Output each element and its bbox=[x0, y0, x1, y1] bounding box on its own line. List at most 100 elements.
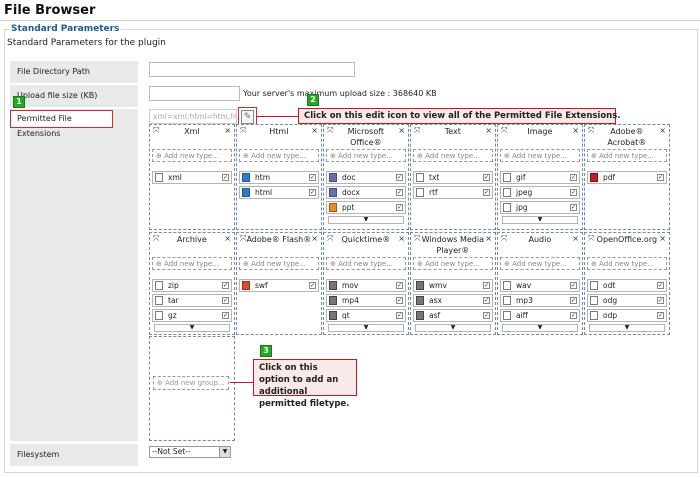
asf-file-icon bbox=[416, 311, 424, 320]
add-new-type-input[interactable]: ⊕ Add new type... bbox=[413, 257, 493, 270]
checkbox-icon[interactable]: ✓ bbox=[570, 174, 577, 181]
checkbox-icon[interactable]: ✓ bbox=[396, 312, 403, 319]
close-icon[interactable]: ⨯ bbox=[398, 126, 405, 135]
add-new-type-input[interactable]: ⊕ Add new type... bbox=[413, 149, 493, 162]
add-new-type-input[interactable]: ⊕ Add new type... bbox=[500, 257, 580, 270]
close-icon[interactable]: ⨯ bbox=[572, 234, 579, 243]
checkbox-icon[interactable]: ✓ bbox=[657, 312, 664, 319]
close-icon[interactable]: ⨯ bbox=[485, 126, 492, 135]
file-type-item[interactable]: gz ✓ bbox=[152, 309, 232, 322]
file-type-item[interactable]: txt ✓ bbox=[413, 171, 493, 184]
file-type-item[interactable]: wmv ✓ bbox=[413, 279, 493, 292]
file-type-item[interactable]: docx ✓ bbox=[326, 186, 406, 199]
checkbox-icon[interactable]: ✓ bbox=[657, 174, 664, 181]
expand-arrow-icon[interactable]: ▼ bbox=[415, 324, 491, 332]
file-type-item[interactable]: wav ✓ bbox=[500, 279, 580, 292]
close-icon[interactable]: ⨯ bbox=[659, 234, 666, 243]
checkbox-icon[interactable]: ✓ bbox=[309, 174, 316, 181]
file-type-item[interactable]: mov ✓ bbox=[326, 279, 406, 292]
checkbox-icon[interactable]: ✓ bbox=[309, 189, 316, 196]
add-new-type-input[interactable]: ⊕ Add new type... bbox=[500, 149, 580, 162]
expand-arrow-icon[interactable]: ▼ bbox=[589, 324, 665, 332]
plus-icon: ⊕ bbox=[417, 260, 426, 268]
file-type-item[interactable]: html ✓ bbox=[239, 186, 319, 199]
file-type-item[interactable]: mp4 ✓ bbox=[326, 294, 406, 307]
close-icon[interactable]: ⨯ bbox=[485, 234, 492, 243]
close-icon[interactable]: ⨯ bbox=[572, 126, 579, 135]
file-type-item[interactable]: tar ✓ bbox=[152, 294, 232, 307]
checkbox-icon[interactable]: ✓ bbox=[222, 297, 229, 304]
add-new-type-input[interactable]: ⊕ Add new type... bbox=[587, 149, 667, 162]
file-type-item[interactable]: htm ✓ bbox=[239, 171, 319, 184]
expand-arrow-icon[interactable]: ▼ bbox=[502, 324, 578, 332]
file-type-item[interactable]: doc ✓ bbox=[326, 171, 406, 184]
checkbox-icon[interactable]: ✓ bbox=[483, 297, 490, 304]
swf-file-icon bbox=[242, 281, 250, 290]
add-new-type-input[interactable]: ⊕ Add new type... bbox=[326, 257, 406, 270]
add-new-type-input[interactable]: ⊕ Add new type... bbox=[239, 257, 319, 270]
file-type-item[interactable]: zip ✓ bbox=[152, 279, 232, 292]
expand-arrow-icon[interactable]: ▼ bbox=[502, 216, 578, 224]
expand-arrow-icon[interactable]: ▼ bbox=[328, 324, 404, 332]
checkbox-icon[interactable]: ✓ bbox=[570, 204, 577, 211]
checkbox-icon[interactable]: ✓ bbox=[396, 297, 403, 304]
file-type-item[interactable]: qt ✓ bbox=[326, 309, 406, 322]
checkbox-icon[interactable]: ✓ bbox=[483, 174, 490, 181]
panel-header: ⤧ Audio ⨯ bbox=[498, 233, 582, 251]
file-type-item[interactable]: aiff ✓ bbox=[500, 309, 580, 322]
file-type-item[interactable]: jpg ✓ bbox=[500, 201, 580, 214]
callout-1-badge: 1 bbox=[13, 96, 25, 108]
checkbox-icon[interactable]: ✓ bbox=[570, 297, 577, 304]
chevron-down-icon[interactable]: ▼ bbox=[219, 447, 230, 457]
checkbox-icon[interactable]: ✓ bbox=[483, 282, 490, 289]
file-directory-path-input[interactable] bbox=[149, 62, 355, 77]
file-type-item[interactable]: odg ✓ bbox=[587, 294, 667, 307]
expand-arrow-icon[interactable]: ▼ bbox=[154, 324, 230, 332]
edit-icon[interactable]: ✎ bbox=[241, 110, 254, 124]
file-type-item[interactable]: jpeg ✓ bbox=[500, 186, 580, 199]
checkbox-icon[interactable]: ✓ bbox=[657, 282, 664, 289]
checkbox-icon[interactable]: ✓ bbox=[222, 282, 229, 289]
checkbox-icon[interactable]: ✓ bbox=[570, 312, 577, 319]
checkbox-icon[interactable]: ✓ bbox=[396, 204, 403, 211]
checkbox-icon[interactable]: ✓ bbox=[483, 189, 490, 196]
checkbox-icon[interactable]: ✓ bbox=[396, 282, 403, 289]
add-new-type-input[interactable]: ⊕ Add new type... bbox=[152, 149, 232, 162]
checkbox-icon[interactable]: ✓ bbox=[570, 282, 577, 289]
checkbox-icon[interactable]: ✓ bbox=[396, 189, 403, 196]
file-type-item[interactable]: ppt ✓ bbox=[326, 201, 406, 214]
checkbox-icon[interactable]: ✓ bbox=[657, 297, 664, 304]
checkbox-icon[interactable]: ✓ bbox=[222, 174, 229, 181]
add-new-type-input[interactable]: ⊕ Add new type... bbox=[326, 149, 406, 162]
permitted-extensions-input[interactable]: xml=xml;html=htm,htm bbox=[149, 109, 237, 124]
close-icon[interactable]: ⨯ bbox=[311, 234, 318, 243]
file-type-item[interactable]: asf ✓ bbox=[413, 309, 493, 322]
checkbox-icon[interactable]: ✓ bbox=[483, 312, 490, 319]
file-type-item[interactable]: odp ✓ bbox=[587, 309, 667, 322]
checkbox-icon[interactable]: ✓ bbox=[309, 282, 316, 289]
add-new-type-input[interactable]: ⊕ Add new type... bbox=[587, 257, 667, 270]
checkbox-icon[interactable]: ✓ bbox=[222, 312, 229, 319]
close-icon[interactable]: ⨯ bbox=[398, 234, 405, 243]
close-icon[interactable]: ⨯ bbox=[659, 126, 666, 135]
checkbox-icon[interactable]: ✓ bbox=[570, 189, 577, 196]
group-title: Xml bbox=[184, 127, 200, 136]
add-new-type-input[interactable]: ⊕ Add new type... bbox=[152, 257, 232, 270]
checkbox-icon[interactable]: ✓ bbox=[396, 174, 403, 181]
close-icon[interactable]: ⨯ bbox=[224, 126, 231, 135]
add-new-group-button[interactable]: ⊕ Add new group... bbox=[153, 376, 229, 390]
file-type-item[interactable]: xml ✓ bbox=[152, 171, 232, 184]
file-type-item[interactable]: mp3 ✓ bbox=[500, 294, 580, 307]
file-type-item[interactable]: asx ✓ bbox=[413, 294, 493, 307]
file-type-item[interactable]: rtf ✓ bbox=[413, 186, 493, 199]
close-icon[interactable]: ⨯ bbox=[224, 234, 231, 243]
file-type-item[interactable]: odt ✓ bbox=[587, 279, 667, 292]
upload-file-size-input[interactable] bbox=[149, 86, 240, 101]
file-type-item[interactable]: gif ✓ bbox=[500, 171, 580, 184]
add-new-type-input[interactable]: ⊕ Add new type... bbox=[239, 149, 319, 162]
file-type-item[interactable]: swf ✓ bbox=[239, 279, 319, 292]
close-icon[interactable]: ⨯ bbox=[311, 126, 318, 135]
expand-arrow-icon[interactable]: ▼ bbox=[328, 216, 404, 224]
file-type-item[interactable]: pdf ✓ bbox=[587, 171, 667, 184]
filesystem-select[interactable]: --Not Set-- ▼ bbox=[149, 446, 231, 458]
